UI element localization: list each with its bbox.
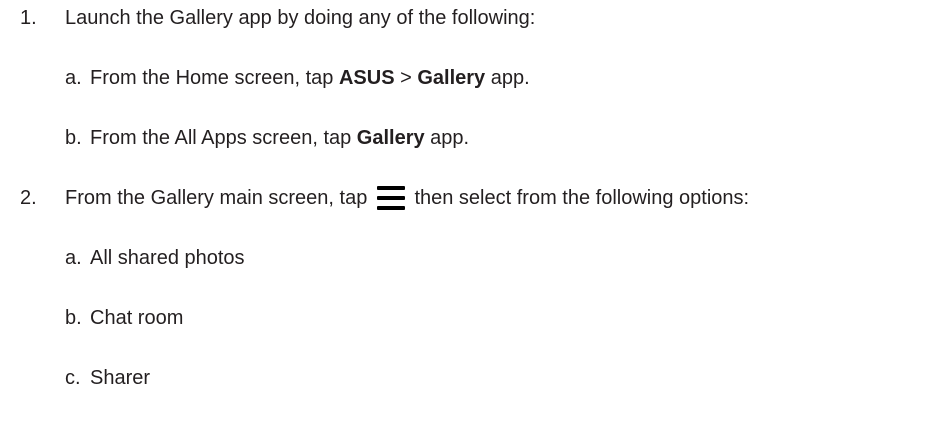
substep-text-post: app. xyxy=(424,127,470,149)
substep-text-pre: From the Home screen, tap xyxy=(90,67,339,89)
substep-letter: b. xyxy=(65,307,82,329)
substep-text-pre: From the All Apps screen, tap xyxy=(90,127,357,149)
step-1: 1. Launch the Gallery app by doing any o… xyxy=(20,6,535,30)
step-text-pre: From the Gallery main screen, tap xyxy=(65,187,373,210)
substep-2c: c. Sharer xyxy=(65,366,150,390)
step-text: Launch the Gallery app by doing any of t… xyxy=(65,7,536,29)
substep-text: All shared photos xyxy=(90,247,245,269)
substep-letter: c. xyxy=(65,367,81,389)
substep-2b: b. Chat room xyxy=(65,306,183,330)
substep-text: Sharer xyxy=(90,367,151,389)
asus-folder-label: ASUS xyxy=(338,67,395,89)
substep-text: Chat room xyxy=(90,307,184,329)
menu-icon xyxy=(376,185,405,211)
substep-1b: b. From the All Apps screen, tap Gallery… xyxy=(65,126,469,150)
gallery-app-label: Gallery xyxy=(356,127,425,149)
step-2: 2. From the Gallery main screen, tap the… xyxy=(20,186,749,212)
substep-text-separator: > xyxy=(394,67,418,89)
substep-text: From the All Apps screen, tap Gallery ap… xyxy=(90,127,469,149)
substep-text-post: app. xyxy=(485,67,530,89)
substep-text: From the Home screen, tap ASUS > Gallery… xyxy=(90,67,530,89)
gallery-app-label: Gallery xyxy=(417,67,486,89)
substep-2a: a. All shared photos xyxy=(65,246,245,270)
step-number: 2. xyxy=(20,187,37,209)
step-text: From the Gallery main screen, tap then s… xyxy=(65,185,750,211)
substep-1a: a. From the Home screen, tap ASUS > Gall… xyxy=(65,66,530,90)
substep-letter: a. xyxy=(65,247,82,269)
substep-letter: a. xyxy=(65,67,82,89)
step-number: 1. xyxy=(20,7,37,29)
substep-letter: b. xyxy=(65,127,82,149)
step-text-post: then select from the following options: xyxy=(408,187,750,210)
